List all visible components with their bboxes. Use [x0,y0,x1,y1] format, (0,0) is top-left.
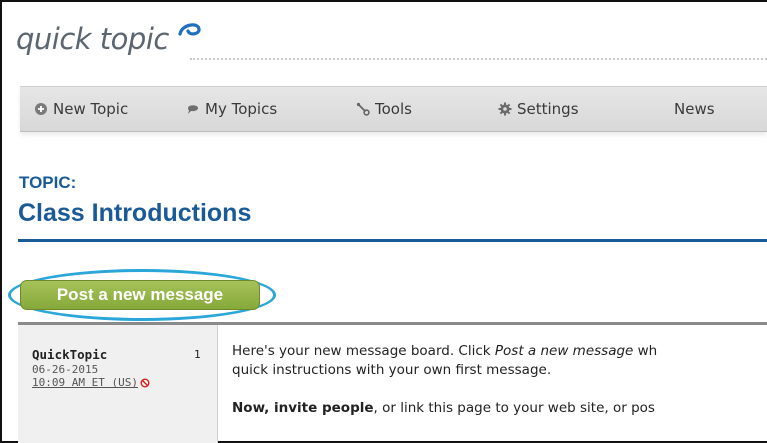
message-meta: QuickTopic 1 06-26-2015 10:09 AM ET (US) [18,325,218,443]
title-divider [18,239,767,242]
message-date: 06-26-2015 [32,363,99,376]
nav-settings[interactable]: Settings [498,100,579,118]
main-nav: New Topic My Topics Tools Settings News [20,86,767,132]
nav-label: Tools [375,100,412,118]
message-body: Here's your new message board. Click Pos… [232,342,767,380]
logo-swirl-icon [178,23,201,36]
body-text: , or link this page to your web site, or… [373,400,655,416]
quicktopic-logo[interactable]: quick topic [16,22,169,56]
plus-circle-icon [35,103,47,115]
no-symbol-icon[interactable] [140,378,150,388]
message-author: QuickTopic [32,347,108,362]
nav-label: My Topics [205,100,278,118]
topic-label: TOPIC: [19,173,77,192]
nav-new-topic[interactable]: New Topic [34,100,128,118]
nav-my-topics[interactable]: My Topics [186,100,277,118]
message-body-invite: Now, invite people, or link this page to… [232,400,767,416]
message-time-link[interactable]: 10:09 AM ET (US) [32,376,150,389]
nav-label: Settings [517,100,579,118]
body-text: quick instructions with your own first m… [232,362,552,378]
gear-icon [498,102,512,116]
body-text: wh [633,343,658,359]
message-time: 10:09 AM ET (US) [32,376,138,389]
nav-news[interactable]: News [674,100,715,118]
body-text: Here's your new message board. Click [232,343,495,359]
message-number: 1 [194,348,201,361]
nav-label: New Topic [53,100,129,118]
post-new-message-button[interactable]: Post a new message [20,280,260,310]
chat-bubble-icon [188,105,198,114]
logo-divider [190,58,767,60]
wrench-icon [356,102,370,116]
page-title: Class Introductions [18,199,252,227]
invite-people-text: Now, invite people [232,400,374,416]
body-emphasis: Post a new message [494,343,634,359]
nav-label: News [674,100,715,118]
message-table: QuickTopic 1 06-26-2015 10:09 AM ET (US)… [18,322,767,443]
nav-tools[interactable]: Tools [356,100,412,118]
